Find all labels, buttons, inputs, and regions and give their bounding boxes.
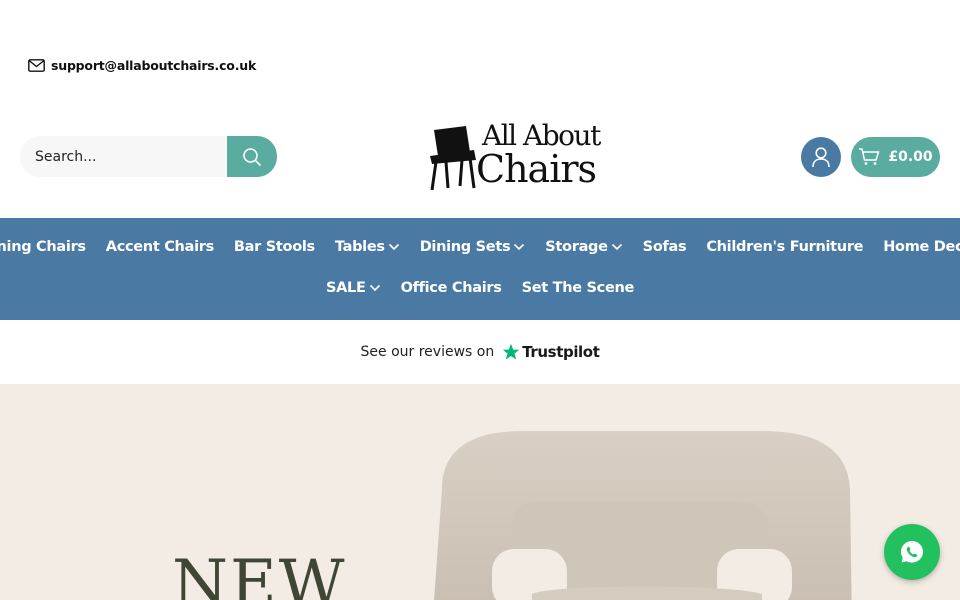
search-icon [243,147,262,166]
nav-row-secondary: SALE Office Chairs Set The Scene [0,280,960,296]
nav-item-label: Dining Sets [419,239,511,255]
logo-text-line1: All About [482,119,601,152]
nav-item-bar-stools[interactable]: Bar Stools [224,239,325,255]
nav-item-sale[interactable]: SALE [316,280,391,296]
chevron-down-icon [514,243,525,251]
reviews-text: See our reviews on [360,344,495,360]
nav-item-children-s-furniture[interactable]: Children's Furniture [696,239,873,255]
nav-item-label: Dining Chairs [0,239,86,255]
chevron-down-icon [369,284,380,292]
nav-item-label: Children's Furniture [706,239,864,255]
cart-button[interactable]: £0.00 [851,137,940,177]
trustpilot-brand: Trustpilot [522,343,600,361]
site-logo[interactable]: All About Chairs [426,120,606,192]
trustpilot-logo[interactable]: Trustpilot [502,343,600,361]
chevron-down-icon [388,243,399,251]
nav-item-label: Set The Scene [521,280,635,296]
nav-item-label: SALE [325,280,366,296]
cart-icon [859,148,880,165]
user-icon [812,147,830,168]
support-email-bar[interactable]: support@allaboutchairs.co.uk [28,58,256,73]
search-form [20,136,277,177]
search-input[interactable] [20,136,227,177]
chevron-down-icon [611,243,622,251]
nav-item-label: Accent Chairs [105,239,214,255]
main-navigation: Dining Chairs Accent Chairs Bar Stools Tabl… [0,218,960,320]
nav-item-storage[interactable]: Storage [535,239,632,255]
nav-item-label: Home Decor [883,239,960,255]
trustpilot-banner[interactable]: See our reviews on Trustpilot [0,320,960,384]
nav-item-set-the-scene[interactable]: Set The Scene [512,280,644,296]
hero-headline: NEW [172,547,347,600]
nav-item-label: Office Chairs [400,280,502,296]
nav-item-sofas[interactable]: Sofas [633,239,697,255]
cart-total: £0.00 [888,149,933,165]
mail-icon [28,59,45,72]
whatsapp-chat-button[interactable] [884,524,940,580]
nav-row-primary: Dining Chairs Accent Chairs Bar Stools Tabl… [0,239,960,255]
trustpilot-star-icon [502,343,520,360]
hero-chair-image [434,431,852,600]
hero-banner[interactable]: NEW [0,384,960,600]
site-header: All About Chairs £0.00 [0,118,960,198]
whatsapp-icon [901,541,923,563]
nav-item-dining-sets[interactable]: Dining Sets [410,239,536,255]
nav-item-home-decor[interactable]: Home Decor [873,239,960,255]
search-button[interactable] [227,136,277,177]
logo-text-line2: Chairs [476,147,597,191]
nav-item-office-chairs[interactable]: Office Chairs [391,280,512,296]
nav-item-label: Sofas [642,239,687,255]
nav-item-label: Storage [545,239,608,255]
nav-item-tables[interactable]: Tables [325,239,410,255]
nav-item-accent-chairs[interactable]: Accent Chairs [96,239,224,255]
chair-logo-icon [430,126,476,191]
account-button[interactable] [801,137,841,177]
nav-item-label: Tables [334,239,385,255]
support-email[interactable]: support@allaboutchairs.co.uk [51,58,256,73]
nav-item-label: Bar Stools [233,239,315,255]
nav-item-dining-chairs[interactable]: Dining Chairs [0,239,96,255]
